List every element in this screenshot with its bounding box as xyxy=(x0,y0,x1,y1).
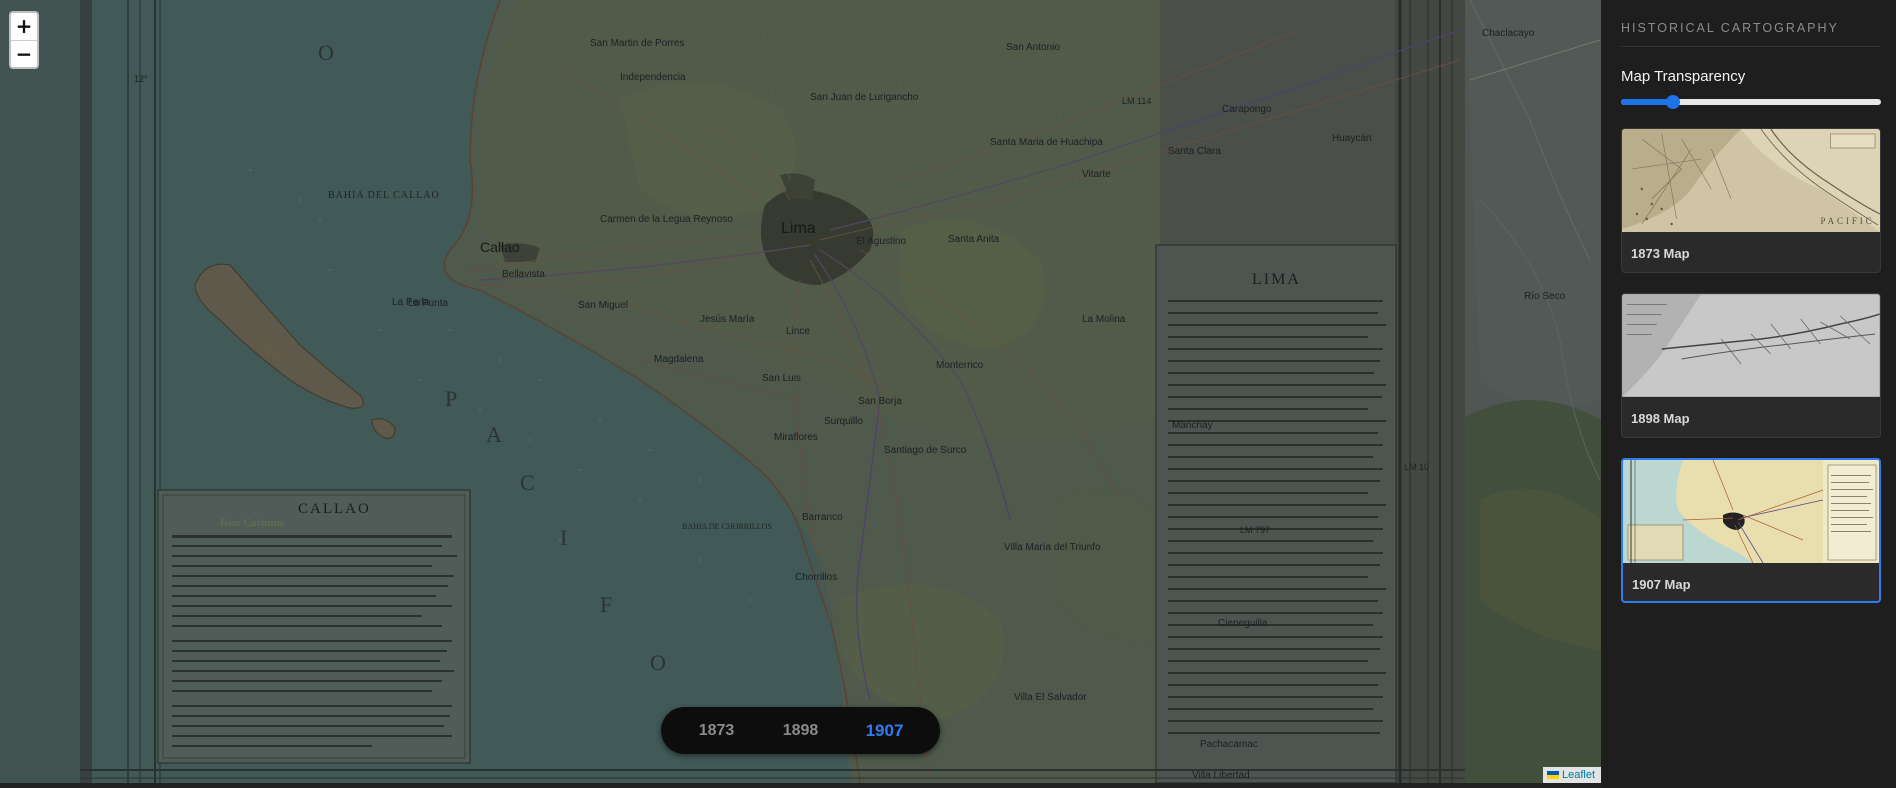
map-card-1898[interactable]: 1898 Map xyxy=(1621,293,1881,438)
map-thumbnail-1907 xyxy=(1623,460,1879,563)
zoom-control: + − xyxy=(9,11,39,69)
map-card-1907[interactable]: 1907 Map xyxy=(1621,458,1881,603)
app-root: San Martin de Porres Independencia San J… xyxy=(0,0,1896,788)
transparency-slider[interactable] xyxy=(1621,95,1881,109)
slider-thumb[interactable] xyxy=(1666,95,1680,109)
zoom-in-button[interactable]: + xyxy=(11,13,37,40)
year-button-1907[interactable]: 1907 xyxy=(843,721,927,741)
year-button-1898[interactable]: 1898 xyxy=(759,722,843,740)
map-card-1873[interactable]: PACIFIC 1873 Map xyxy=(1621,128,1881,273)
year-selector: 1873 1898 1907 xyxy=(661,707,940,754)
sidebar-title: HISTORICAL CARTOGRAPHY xyxy=(1621,21,1881,47)
map-caption-1873: 1873 Map xyxy=(1631,246,1690,261)
map-thumbnail-1873: PACIFIC xyxy=(1622,129,1880,232)
leaflet-link[interactable]: Leaflet xyxy=(1562,767,1595,783)
map-view[interactable]: San Martin de Porres Independencia San J… xyxy=(0,0,1601,783)
map-caption-1898: 1898 Map xyxy=(1631,411,1690,426)
map-caption-1907: 1907 Map xyxy=(1632,577,1691,592)
svg-text:PACIFIC: PACIFIC xyxy=(1820,216,1874,226)
map-thumbnail-1898 xyxy=(1622,294,1880,397)
year-button-1873[interactable]: 1873 xyxy=(675,722,759,740)
transparency-label: Map Transparency xyxy=(1621,68,1746,85)
ukraine-flag-icon xyxy=(1546,771,1559,779)
zoom-out-button[interactable]: − xyxy=(11,40,37,67)
bottom-strip xyxy=(0,783,1601,788)
map-attribution: Leaflet xyxy=(1542,767,1601,783)
sidebar: HISTORICAL CARTOGRAPHY Map Transparency xyxy=(1601,0,1896,788)
historical-map-overlay[interactable]: San Martin de Porres Independencia San J… xyxy=(0,0,1601,783)
map-list: PACIFIC 1873 Map 1898 Map 1907 Map xyxy=(1621,128,1881,603)
